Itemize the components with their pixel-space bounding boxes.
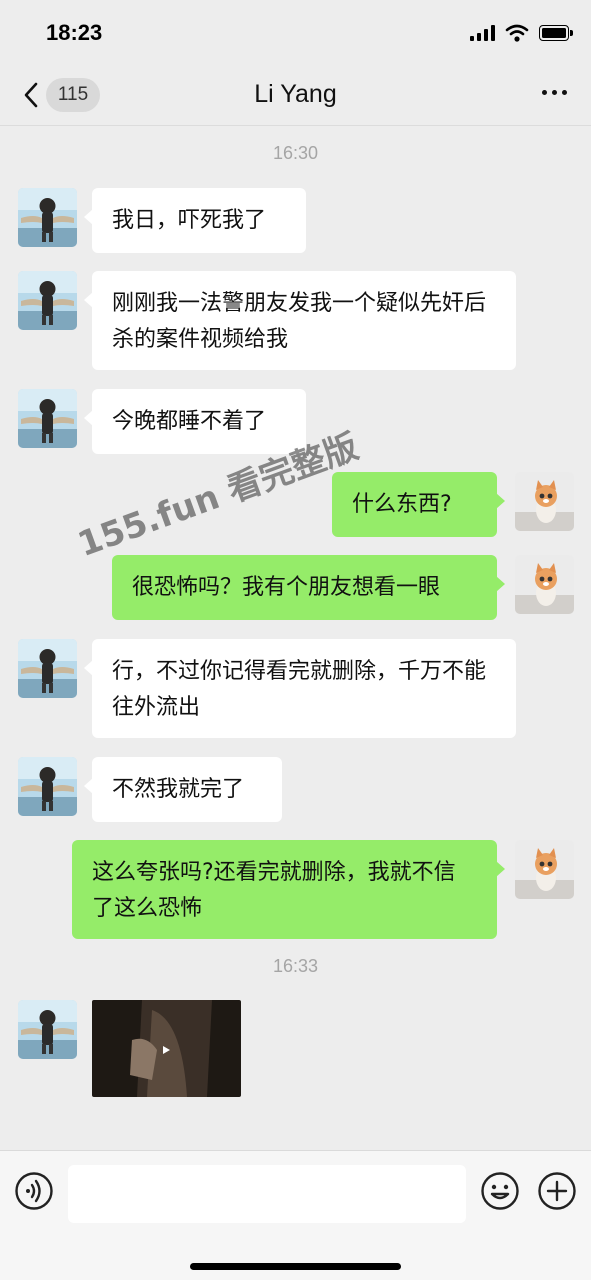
emoji-icon[interactable] bbox=[480, 1171, 520, 1211]
status-bar: 18:23 bbox=[0, 0, 591, 66]
message-bubble[interactable]: 这么夸张吗?还看完就删除，我就不信了这么恐怖 bbox=[72, 840, 505, 939]
battery-icon bbox=[539, 25, 573, 41]
message-bubble[interactable]: 行，不过你记得看完就删除，千万不能往外流出 bbox=[84, 639, 516, 738]
avatar[interactable] bbox=[18, 188, 77, 247]
message-bubble[interactable]: 今晚都睡不着了 bbox=[84, 389, 306, 454]
video-message-thumbnail[interactable] bbox=[92, 1000, 241, 1097]
status-icons bbox=[470, 24, 573, 42]
message-bubble[interactable]: 什么东西? bbox=[332, 472, 505, 537]
status-time: 18:23 bbox=[46, 20, 103, 45]
avatar[interactable] bbox=[515, 840, 574, 899]
message-input[interactable] bbox=[68, 1165, 466, 1223]
message-bubble[interactable]: 我日，吓死我了 bbox=[84, 188, 306, 253]
input-bar bbox=[0, 1150, 591, 1280]
plus-icon[interactable] bbox=[537, 1171, 577, 1211]
avatar[interactable] bbox=[18, 757, 77, 816]
more-dots-icon[interactable] bbox=[542, 90, 567, 95]
voice-icon[interactable] bbox=[14, 1171, 54, 1211]
avatar[interactable] bbox=[515, 472, 574, 531]
avatar[interactable] bbox=[18, 639, 77, 698]
message-bubble[interactable]: 刚刚我一法警朋友发我一个疑似先奸后杀的案件视频给我 bbox=[84, 271, 516, 370]
avatar[interactable] bbox=[18, 271, 77, 330]
home-indicator bbox=[190, 1263, 401, 1270]
avatar[interactable] bbox=[18, 1000, 77, 1059]
timestamp: 16:30 bbox=[272, 143, 319, 163]
wifi-icon bbox=[505, 24, 529, 42]
timestamp: 16:33 bbox=[272, 956, 319, 976]
nav-bar: 115 Li Yang bbox=[0, 66, 591, 126]
message-bubble[interactable]: 很恐怖吗？我有个朋友想看一眼 bbox=[112, 555, 505, 620]
avatar[interactable] bbox=[515, 555, 574, 614]
chat-title: Li Yang bbox=[254, 80, 337, 108]
signal-icon bbox=[470, 25, 495, 41]
avatar[interactable] bbox=[18, 389, 77, 448]
message-bubble[interactable]: 不然我就完了 bbox=[84, 757, 282, 822]
